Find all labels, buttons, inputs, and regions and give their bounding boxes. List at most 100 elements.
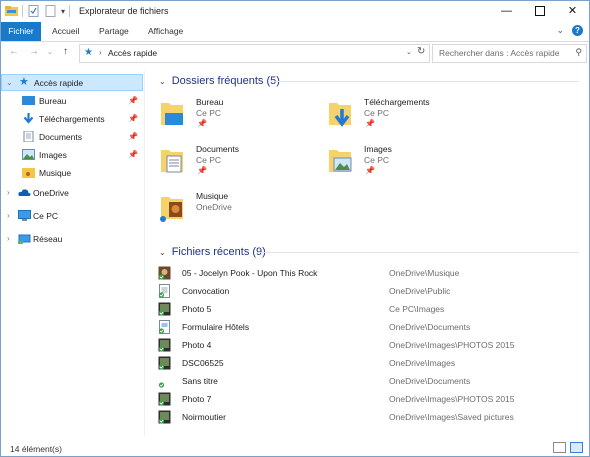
file-path: Ce PC\Images (389, 304, 445, 314)
expand-ribbon-chevron-icon[interactable]: ⌄ (556, 25, 564, 36)
recent-file-row[interactable]: Photo 5 Ce PC\Images (155, 300, 579, 318)
recent-file-row[interactable]: DSC06525 OneDrive\Images (155, 354, 579, 372)
refresh-icon[interactable]: ↻ (417, 46, 425, 57)
large-icons-view-icon[interactable] (570, 442, 583, 453)
toolbar-separator (22, 5, 23, 17)
sidebar-item-bureau[interactable]: Bureau 📌 (1, 92, 143, 109)
folder-name: Documents (196, 144, 239, 154)
file-name: Convocation (182, 286, 230, 296)
computer-icon (18, 210, 31, 221)
sidebar-item-label: Bureau (39, 95, 67, 106)
photo-file-icon (158, 302, 171, 316)
recent-files-header[interactable]: ⌄ Fichiers récents (9) (159, 245, 266, 259)
expand-chevron-icon[interactable]: › (7, 188, 10, 197)
folder-images-icon (329, 150, 352, 172)
section-heading: Dossiers fréquents (5) (171, 75, 280, 87)
expand-chevron-icon[interactable]: › (7, 234, 10, 243)
sidebar-item-telechargements[interactable]: Téléchargements 📌 (1, 110, 143, 127)
close-icon: ✕ (567, 5, 578, 17)
recent-file-row[interactable]: Photo 7 OneDrive\Images\PHOTOS 2015 (155, 390, 579, 408)
file-path: OneDrive\Documents (389, 376, 471, 386)
breadcrumb[interactable]: Accès rapide (108, 48, 157, 58)
explorer-folder-icon[interactable] (5, 5, 18, 17)
ribbon-right-controls: ⌄ ? (556, 25, 583, 36)
recent-file-row[interactable]: Noirmoutier OneDrive\Images\Saved picture… (155, 408, 579, 426)
back-arrow-icon[interactable]: ← (9, 46, 19, 57)
frequent-folders-header[interactable]: ⌄ Dossiers fréquents (5) (159, 74, 280, 88)
recent-file-row[interactable]: Photo 4 OneDrive\Images\PHOTOS 2015 (155, 336, 579, 354)
expand-chevron-icon[interactable]: › (7, 211, 10, 220)
file-path: OneDrive\Images\PHOTOS 2015 (389, 340, 515, 350)
documents-icon (23, 131, 34, 142)
file-path: OneDrive\Images\PHOTOS 2015 (389, 394, 515, 404)
quick-access-star-icon: ★ (84, 47, 93, 58)
quick-access-toolbar: ▾ (5, 5, 71, 17)
breadcrumb-chevron-icon[interactable]: › (99, 48, 102, 57)
photo-file-icon (158, 410, 171, 424)
form-file-icon (158, 320, 170, 334)
pin-icon: 📌 (197, 119, 207, 128)
tab-fichier[interactable]: Fichier (1, 22, 41, 41)
sidebar-item-reseau[interactable]: › Réseau (1, 230, 143, 247)
collapse-chevron-icon[interactable]: ⌄ (159, 77, 166, 86)
tab-accueil[interactable]: Accueil (52, 22, 79, 41)
recent-file-row[interactable]: Convocation OneDrive\Public (155, 282, 579, 300)
address-bar[interactable]: ★ › Accès rapide ⌄ ↻ (79, 44, 430, 63)
sidebar-item-label: Ce PC (33, 210, 59, 221)
details-view-icon[interactable] (553, 442, 566, 453)
close-button[interactable]: ✕ (556, 1, 589, 20)
sidebar-item-images[interactable]: Images 📌 (1, 146, 143, 163)
title-bar: ▾ Explorateur de fichiers — ✕ (1, 1, 589, 22)
view-switcher (553, 442, 583, 453)
search-box[interactable]: ⚲ (432, 44, 587, 63)
pin-icon: 📌 (365, 166, 375, 175)
customize-toolbar-chevron-icon[interactable]: ▾ (61, 7, 65, 16)
tab-partage[interactable]: Partage (99, 22, 129, 41)
sidebar-item-ce-pc[interactable]: › Ce PC (1, 207, 143, 224)
maximize-icon (534, 5, 545, 16)
file-path: OneDrive\Images\Saved pictures (389, 412, 514, 422)
sidebar-item-onedrive[interactable]: › OneDrive (1, 184, 143, 201)
recent-file-row[interactable]: 05 - Jocelyn Pook - Upon This Rock OneDri… (155, 264, 579, 282)
recent-locations-chevron-icon[interactable]: ⌄ (47, 48, 53, 56)
file-name: 05 - Jocelyn Pook - Upon This Rock (182, 268, 318, 278)
recent-file-row[interactable]: Sans titre OneDrive\Documents (155, 372, 579, 390)
forward-arrow-icon[interactable]: → (29, 46, 39, 57)
folder-tile-images[interactable]: Images Ce PC 📌 (317, 140, 487, 184)
new-folder-icon[interactable] (44, 5, 57, 17)
pin-icon: 📌 (128, 96, 138, 105)
folder-tile-musique[interactable]: Musique OneDrive (149, 187, 319, 231)
quick-access-star-icon: ★ (19, 76, 29, 88)
minimize-button[interactable]: — (490, 1, 523, 20)
document-file-icon (158, 284, 170, 298)
sidebar-item-label: Téléchargements (39, 113, 105, 124)
properties-icon[interactable] (27, 5, 40, 17)
folder-tile-bureau[interactable]: Bureau Ce PC 📌 (149, 93, 319, 137)
recent-file-row[interactable]: Formulaire Hôtels OneDrive\Documents (155, 318, 579, 336)
folder-name: Musique (196, 191, 229, 201)
onedrive-cloud-icon (18, 189, 31, 196)
file-name: Photo 4 (182, 340, 212, 350)
address-dropdown-icon[interactable]: ⌄ (406, 48, 412, 56)
search-input[interactable] (433, 45, 564, 60)
pin-icon: 📌 (365, 119, 375, 128)
folder-desktop-icon (161, 103, 183, 125)
download-icon (23, 113, 34, 124)
navigation-pane: ⌄ ★ Accès rapide Bureau 📌 Téléchargement… (1, 71, 145, 436)
expand-chevron-icon[interactable]: ⌄ (6, 78, 13, 87)
tab-affichage[interactable]: Affichage (148, 22, 183, 41)
folder-location: OneDrive (196, 202, 232, 212)
sidebar-item-documents[interactable]: Documents 📌 (1, 128, 143, 145)
up-arrow-icon[interactable]: ↑ (63, 46, 68, 57)
folder-tile-telechargements[interactable]: Téléchargements Ce PC 📌 (317, 93, 487, 137)
sidebar-item-quick-access[interactable]: ⌄ ★ Accès rapide (1, 74, 143, 91)
maximize-button[interactable] (523, 1, 556, 20)
collapse-chevron-icon[interactable]: ⌄ (159, 248, 166, 257)
search-icon: ⚲ (575, 47, 582, 57)
images-icon (22, 149, 35, 160)
sidebar-item-musique[interactable]: Musique (1, 164, 143, 181)
help-icon[interactable]: ? (572, 25, 583, 36)
folder-tile-documents[interactable]: Documents Ce PC 📌 (149, 140, 319, 184)
folder-location: Ce PC (364, 155, 390, 165)
pin-icon: 📌 (128, 132, 138, 141)
